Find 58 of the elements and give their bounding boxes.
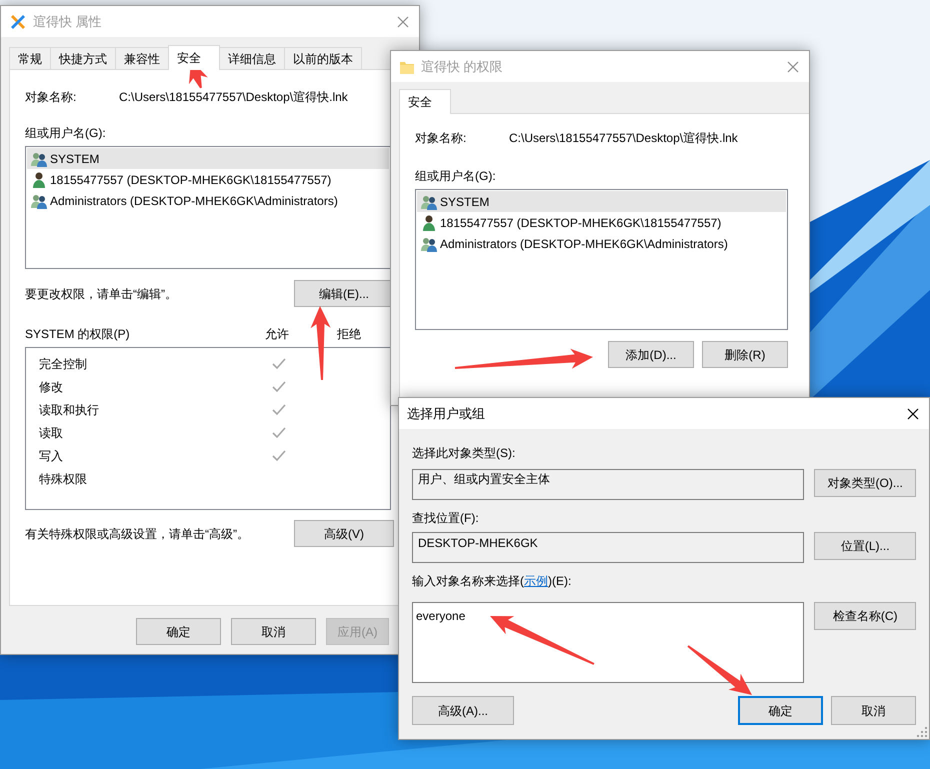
window-title: 逭得快 属性: [33, 12, 102, 31]
tab[interactable]: 安全: [399, 89, 451, 114]
button[interactable]: 取消: [231, 618, 316, 645]
button[interactable]: 确定: [136, 618, 221, 645]
group-icon: [421, 236, 437, 252]
column-header: 拒绝: [336, 326, 362, 342]
object-type-field[interactable]: 用户、组或内置安全主体: [412, 469, 804, 500]
field-label: 对象名称:: [415, 130, 468, 146]
example-link[interactable]: 示例: [524, 574, 548, 588]
button[interactable]: 位置(L)...: [814, 532, 916, 560]
field-label: 输入对象名称来选择(示例)(E):: [412, 573, 572, 589]
permission-name: 修改: [38, 378, 64, 396]
object-name-field[interactable]: everyone: [412, 602, 804, 683]
permission-name: 特殊权限: [38, 470, 88, 488]
group-icon: [31, 192, 47, 208]
hint-text: 有关特殊权限或高级设置，请单击“高级”。: [25, 526, 250, 542]
cross-icon: [9, 12, 27, 30]
field-label: 查找位置(F):: [412, 510, 480, 526]
list-item[interactable]: SYSTEM: [27, 148, 389, 169]
column-header: 允许: [264, 326, 290, 342]
tab[interactable]: 常规: [9, 47, 51, 69]
list-item[interactable]: Administrators (DESKTOP-MHEK6GK\Administrators): [417, 233, 786, 254]
group-icon: [31, 150, 47, 166]
button[interactable]: 删除(R): [702, 341, 788, 368]
hint-text: 要更改权限，请单击“编辑”。: [25, 286, 178, 302]
close-icon[interactable]: [907, 408, 919, 420]
object-path: C:\Users\18155477557\Desktop\逭得快.lnk: [119, 89, 348, 105]
tab[interactable]: 安全: [168, 45, 220, 70]
permission-name: 完全控制: [38, 356, 88, 372]
window-title: 逭得快 的权限: [421, 58, 503, 76]
tab[interactable]: 以前的版本: [284, 47, 362, 69]
list-item[interactable]: 18155477557 (DESKTOP-MHEK6GK\18155477557): [27, 169, 389, 190]
check-names-button[interactable]: 检查名称(C): [814, 602, 916, 630]
list-item[interactable]: Administrators (DESKTOP-MHEK6GK\Administrators): [27, 190, 389, 211]
list-item[interactable]: SYSTEM: [417, 191, 786, 212]
permission-name: 读取和执行: [38, 402, 100, 418]
list-item[interactable]: 18155477557 (DESKTOP-MHEK6GK\18155477557): [417, 212, 786, 233]
object-path: C:\Users\18155477557\Desktop\逭得快.lnk: [509, 130, 738, 146]
window-title: 选择用户或组: [407, 404, 485, 423]
section-label: SYSTEM 的权限(P): [25, 326, 131, 342]
button[interactable]: 确定: [738, 696, 823, 725]
group-icon: [421, 194, 437, 210]
field-label: 组或用户名(G):: [25, 125, 107, 141]
permission-name: 读取: [38, 424, 64, 442]
user-icon: [421, 214, 437, 230]
resize-grip-icon: [917, 727, 927, 737]
arrow: [687, 645, 752, 695]
field-label: 选择此对象类型(S):: [412, 445, 516, 461]
field-label: 组或用户名(G):: [415, 168, 497, 184]
button[interactable]: 添加(D)...: [608, 341, 694, 368]
button[interactable]: 取消: [831, 696, 916, 725]
button[interactable]: 对象类型(O)...: [814, 469, 916, 497]
field-label: 对象名称:: [25, 89, 78, 105]
location-field[interactable]: DESKTOP-MHEK6GK: [412, 532, 804, 563]
permission-name: 写入: [38, 448, 64, 464]
advanced-button[interactable]: 高级(V): [294, 520, 394, 547]
user-icon: [31, 172, 47, 188]
button[interactable]: 高级(A)...: [412, 696, 514, 725]
